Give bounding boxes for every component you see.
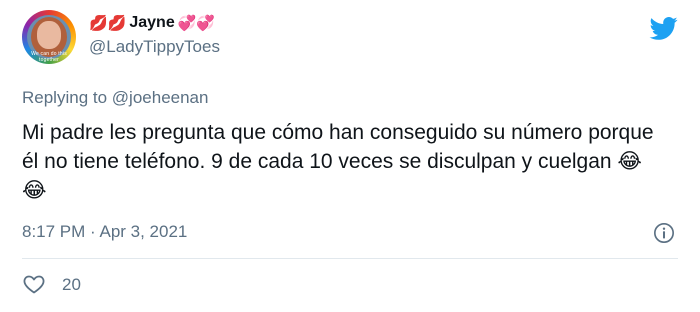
kiss-emoji: 💋💋 bbox=[89, 14, 127, 32]
replying-to: Replying to @joeheenan bbox=[22, 88, 208, 108]
heart-icon[interactable] bbox=[22, 272, 46, 296]
replying-prefix: Replying to bbox=[22, 88, 108, 107]
display-name[interactable]: 💋💋 Jayne 💞💞 bbox=[89, 14, 215, 32]
username[interactable]: @LadyTippyToes bbox=[89, 37, 220, 57]
avatar-ring-text: We can do this together bbox=[31, 51, 67, 63]
replying-handle-link[interactable]: @joeheenan bbox=[112, 88, 209, 107]
divider bbox=[22, 258, 678, 259]
display-name-text: Jayne bbox=[129, 14, 175, 31]
timestamp-link[interactable]: 8:17 PM · Apr 3, 2021 bbox=[22, 222, 187, 242]
twitter-bird-icon[interactable] bbox=[648, 14, 680, 42]
tweet-text: Mi padre les pregunta que cómo han conse… bbox=[22, 121, 654, 202]
like-count: 20 bbox=[62, 275, 81, 294]
hearts-emoji: 💞💞 bbox=[177, 14, 216, 32]
info-icon[interactable] bbox=[653, 222, 675, 244]
tweet-card: We can do this together 💋💋 Jayne 💞💞 @Lad… bbox=[0, 0, 700, 312]
avatar[interactable]: We can do this together bbox=[22, 10, 76, 64]
